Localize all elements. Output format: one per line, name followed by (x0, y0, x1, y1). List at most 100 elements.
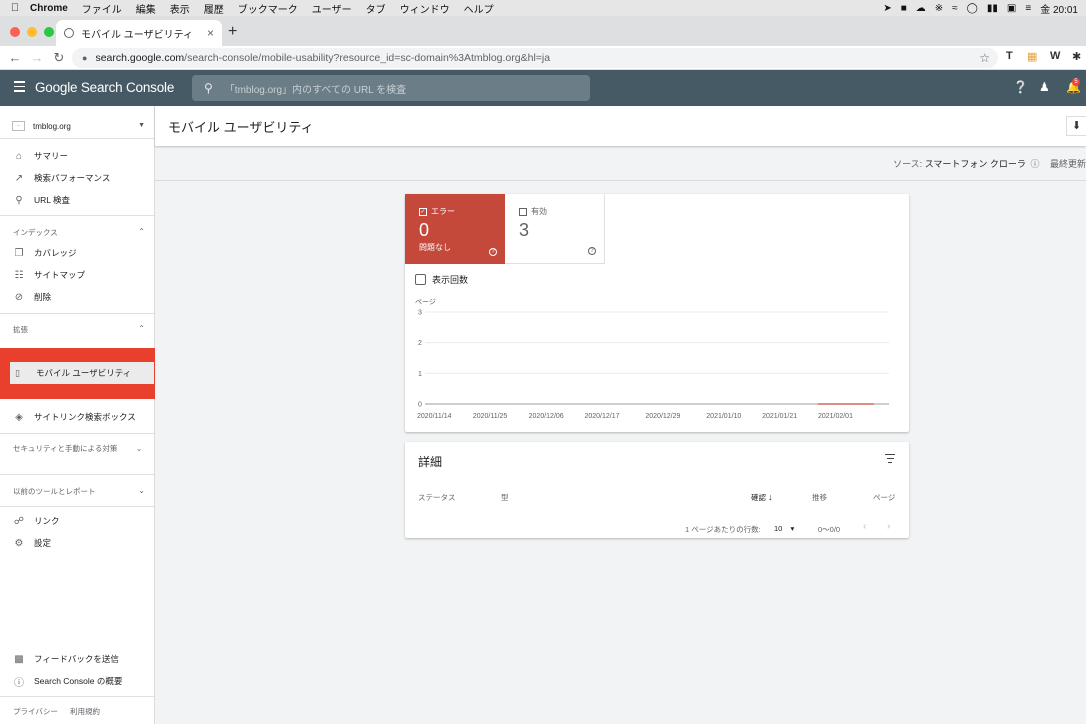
section-legacy-header[interactable]: 以前のツールとレポート ⌄ (13, 486, 145, 497)
battery-icon[interactable]: ▮▮ (987, 3, 998, 14)
home-icon: ⌂ (15, 150, 23, 162)
rows-per-page-label: 1 ページあたりの行数: (685, 525, 761, 534)
sidebar-item-sitelinks-searchbox[interactable]: ◈ サイトリンク検索ボックス (0, 407, 154, 427)
zoom-window-button[interactable] (44, 27, 54, 37)
impressions-toggle[interactable]: 表示回数 (415, 273, 468, 286)
control-center-icon[interactable]: ≡ (1025, 3, 1031, 14)
links-icon: ☍ (13, 515, 25, 527)
mac-menu-bar:  Chrome ファイル 編集 表示 履歴 ブックマーク ユーザー タブ ウィ… (0, 0, 1086, 16)
valid-label: 有効 (531, 207, 547, 216)
sidebar-item-links[interactable]: ☍ リンク (0, 511, 154, 531)
valid-tile[interactable]: 有効 3 ? (505, 194, 605, 264)
rows-per-page-select[interactable]: 10 ▾ (774, 524, 794, 533)
prev-page-icon[interactable]: ‹ (863, 521, 866, 532)
sidebar-item-coverage[interactable]: ❐ カバレッジ (0, 243, 154, 263)
column-status[interactable]: ステータス (418, 492, 456, 503)
menu-view[interactable]: 表示 (170, 1, 190, 16)
menu-user[interactable]: ユーザー (312, 1, 352, 16)
error-count: 0 (419, 220, 430, 240)
sidebar-item-removals[interactable]: ⊘ 削除 (0, 287, 154, 307)
sidebar-item-feedback[interactable]: ▩ フィードバックを送信 (0, 649, 154, 669)
bookmark-star-icon[interactable]: ☆ (979, 51, 990, 65)
address-bar[interactable]: ● search.google.com/search-console/mobil… (72, 48, 998, 68)
menu-file[interactable]: ファイル (82, 1, 122, 16)
lock-icon[interactable]: ● (82, 53, 87, 63)
sidebar-item-about[interactable]: ⓘ Search Console の概要 (0, 671, 154, 691)
clock[interactable]: 金 20:01 (1040, 1, 1078, 16)
sidebar-item-label: サイトマップ (34, 270, 86, 280)
minimize-window-button[interactable] (27, 27, 37, 37)
section-enhancements-header[interactable]: 拡張 ⌃ (13, 324, 145, 335)
bluetooth-icon[interactable]: ※ (935, 3, 943, 14)
download-icon[interactable]: ⬇ (1066, 116, 1086, 136)
help-icon[interactable]: ? (588, 247, 596, 255)
section-security-header[interactable]: セキュリティと手動による対策 (13, 443, 125, 454)
menu-chrome[interactable]: Chrome (30, 3, 68, 14)
sidebar-item-label: フィードバックを送信 (34, 654, 119, 664)
terms-link[interactable]: 利用規約 (70, 707, 100, 716)
close-window-button[interactable] (10, 27, 20, 37)
sidebar-item-sitemaps[interactable]: ☷ サイトマップ (0, 265, 154, 285)
chevron-up-icon: ⌃ (138, 324, 145, 333)
filter-icon[interactable] (885, 454, 895, 465)
sidebar-item-settings[interactable]: ⚙ 設定 (0, 533, 154, 553)
input-source-icon[interactable]: ▣ (1007, 3, 1016, 14)
back-icon[interactable]: ← (4, 50, 26, 65)
docker-icon[interactable]: ■ (901, 3, 907, 14)
menu-edit[interactable]: 編集 (136, 1, 156, 16)
extension-grid-icon[interactable]: ▦ (1027, 50, 1037, 63)
wifi-icon[interactable]: ≈ (952, 3, 958, 14)
display-icon[interactable]: ◯ (967, 3, 978, 14)
close-tab-icon[interactable]: × (207, 26, 214, 40)
search-placeholder: 「tmblog.org」内のすべての URL を検査 (224, 84, 407, 96)
apple-menu-icon[interactable]:  (0, 2, 30, 14)
column-validation[interactable]: 確認 ↓ (751, 492, 773, 503)
section-legacy-label: 以前のツールとレポート (13, 487, 96, 496)
eye-off-icon: ⊘ (14, 291, 24, 303)
section-index-label: インデックス (13, 228, 58, 237)
sort-arrow-icon: ↓ (768, 492, 773, 502)
column-type[interactable]: 型 (501, 492, 509, 503)
sidebar-item-mobile-usability[interactable]: ▯ モバイル ユーザビリティ (10, 362, 154, 384)
menu-window[interactable]: ウィンドウ (400, 1, 450, 16)
extension-w-icon[interactable]: W (1050, 50, 1060, 62)
sidebar-item-label: サマリー (34, 151, 69, 161)
sidebar-item-summary[interactable]: ⌂ サマリー (0, 146, 154, 166)
impressions-label: 表示回数 (432, 275, 469, 285)
help-icon[interactable]: ❔ (1013, 80, 1028, 94)
extensions-puzzle-icon[interactable]: ✱ (1072, 50, 1081, 63)
chevron-down-icon[interactable]: ⌄ (136, 444, 146, 453)
x-tick-label: 2020/11/14 (417, 413, 452, 420)
menu-bookmarks[interactable]: ブックマーク (238, 1, 298, 16)
url-inspection-search[interactable]: ⚲ 「tmblog.org」内のすべての URL を検査 (192, 75, 590, 101)
column-trend[interactable]: 推移 (812, 492, 827, 503)
divider (0, 474, 154, 475)
help-icon[interactable]: ⓘ (1030, 159, 1039, 169)
rows-per-page-value: 10 (774, 524, 783, 533)
rocket-icon[interactable]: ➤ (883, 3, 891, 14)
reload-icon[interactable]: ↻ (48, 50, 70, 66)
sidebar-item-performance[interactable]: ↗ 検索パフォーマンス (0, 168, 154, 188)
menu-icon[interactable] (14, 81, 25, 95)
forward-icon[interactable]: → (26, 50, 48, 65)
column-pages[interactable]: ページ (873, 492, 895, 503)
sidebar-item-url-inspection[interactable]: ⚲ URL 検査 (0, 190, 154, 210)
cloud-icon[interactable]: ☁ (916, 3, 926, 14)
divider (0, 506, 154, 507)
privacy-link[interactable]: プライバシー (13, 707, 58, 716)
browser-toolbar: ← → ↻ ● search.google.com/search-console… (0, 46, 1086, 70)
menu-help[interactable]: ヘルプ (464, 1, 494, 16)
account-settings-icon[interactable]: ♟ (1039, 80, 1050, 94)
extension-t-icon[interactable]: T (1006, 50, 1013, 62)
next-page-icon[interactable]: › (887, 521, 890, 532)
app-logo[interactable]: Google Search Console (35, 80, 174, 95)
error-tile[interactable]: ✓ エラー 0 問題なし ? (405, 194, 505, 264)
menu-history[interactable]: 履歴 (204, 1, 224, 16)
help-icon[interactable]: ? (489, 248, 497, 256)
section-index-header[interactable]: インデックス ⌃ (13, 227, 145, 238)
menu-tab[interactable]: タブ (366, 1, 386, 16)
new-tab-button[interactable]: + (228, 23, 237, 41)
browser-tab-active[interactable]: モバイル ユーザビリティ × (56, 20, 222, 46)
property-selector[interactable]: − tmblog.org ▼ (12, 118, 148, 134)
sidebar-item-label: モバイル ユーザビリティ (36, 368, 132, 378)
